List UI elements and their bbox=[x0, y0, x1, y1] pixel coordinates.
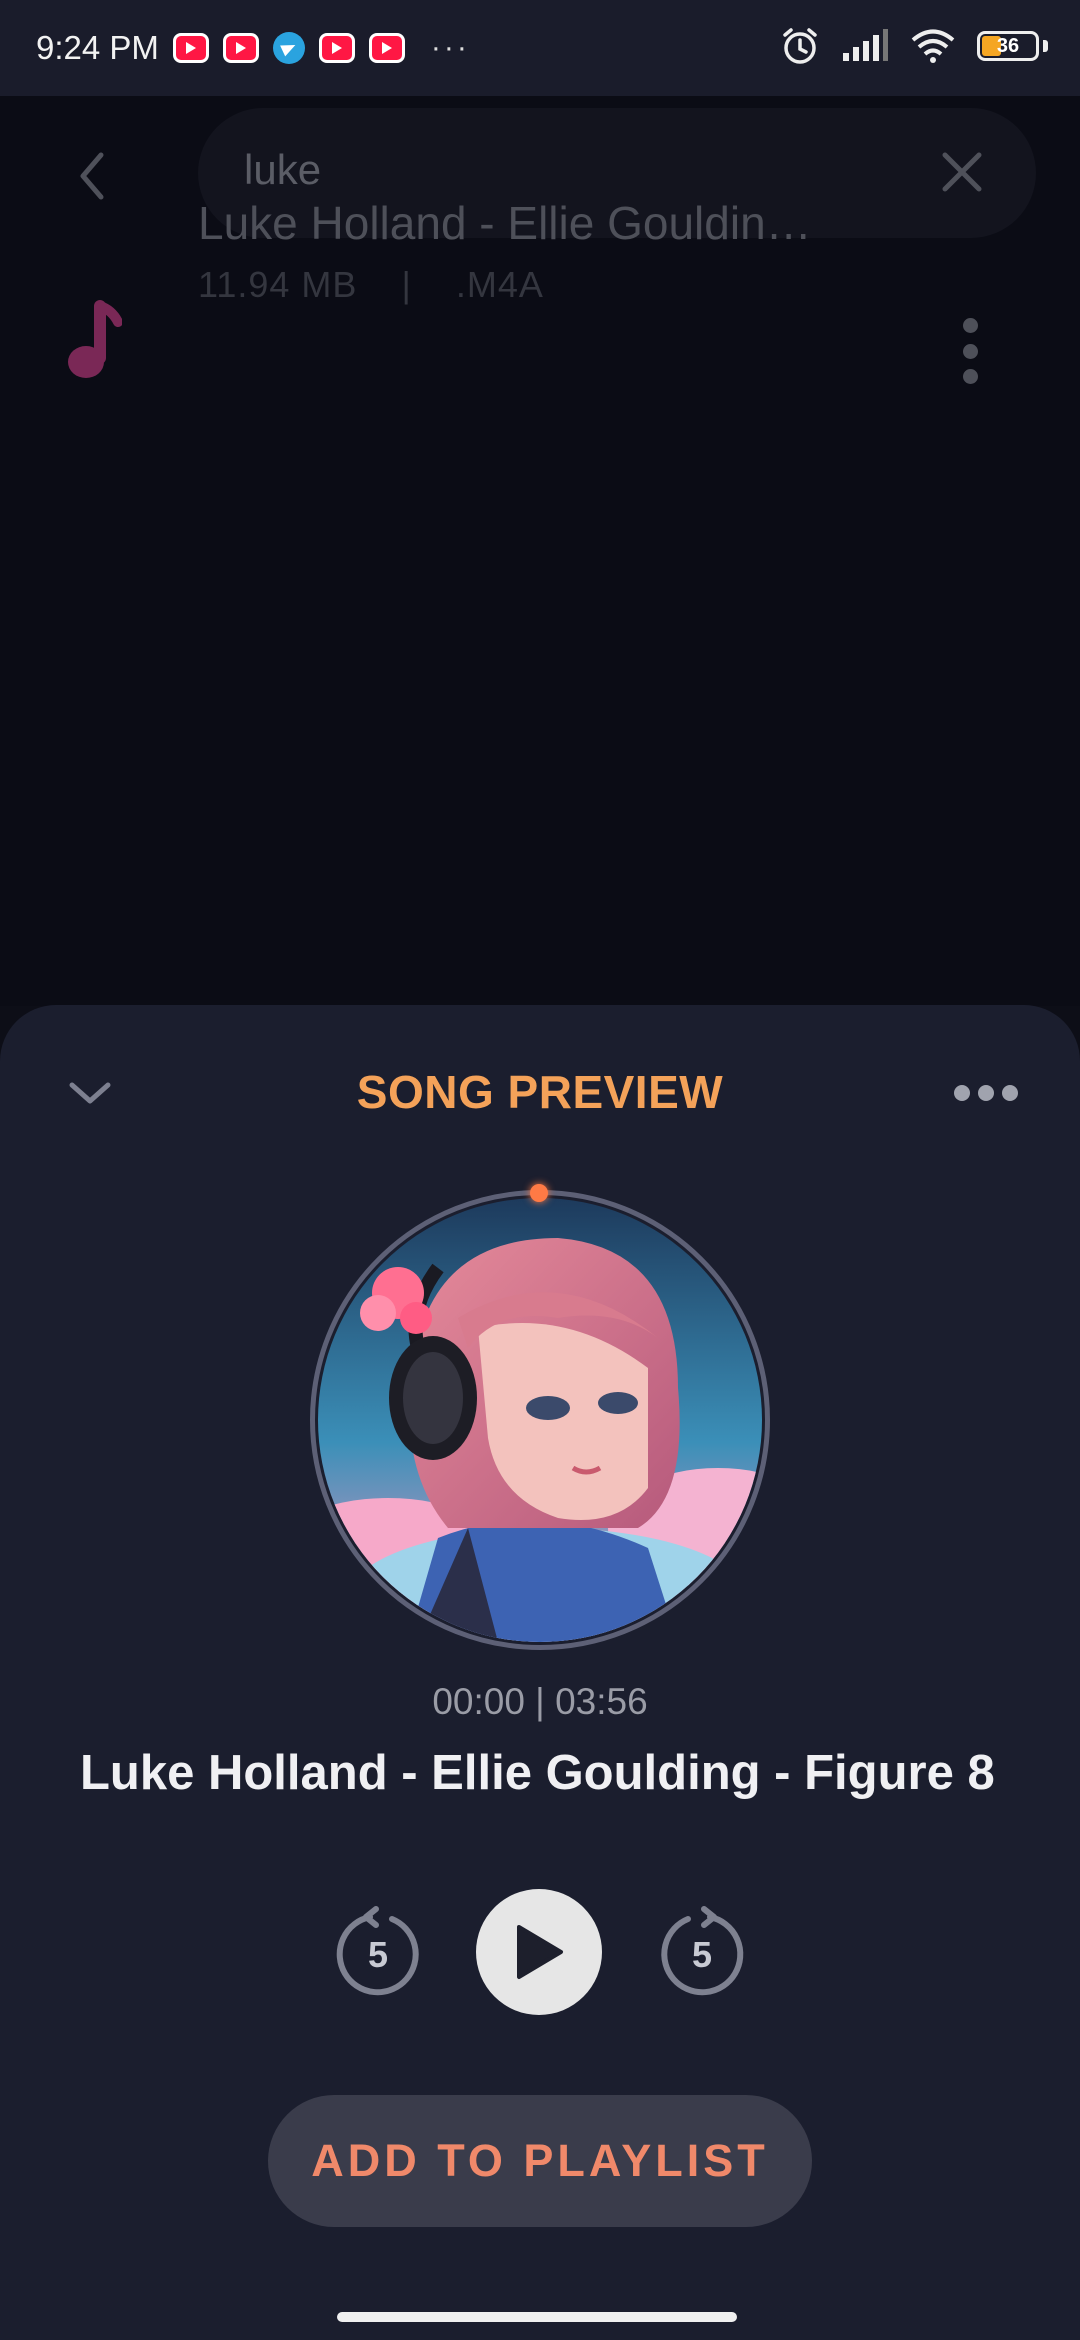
forward-5-button[interactable]: 5 bbox=[654, 1903, 750, 1999]
playback-time: 00:00 | 03:56 bbox=[432, 1681, 648, 1722]
alarm-icon bbox=[783, 28, 817, 64]
song-title: Luke Holland - Ellie Goulding - Figure 8 bbox=[80, 1746, 995, 1800]
battery-level: 36 bbox=[996, 34, 1020, 57]
dot bbox=[1002, 1085, 1018, 1101]
rewind-5-button[interactable]: 5 bbox=[330, 1903, 426, 1999]
more-options-button[interactable] bbox=[954, 1085, 1018, 1101]
status-bar: 9:24 PM ··· 36 bbox=[0, 0, 1080, 96]
telegram-icon bbox=[272, 32, 305, 64]
dot bbox=[962, 318, 978, 333]
play-button[interactable] bbox=[476, 1889, 602, 2015]
clear-search-button[interactable] bbox=[934, 144, 990, 200]
chevron-left-icon bbox=[80, 152, 104, 200]
result-meta: 11.94 MB | .M4A bbox=[198, 264, 544, 306]
sheet-title: SONG PREVIEW bbox=[356, 1066, 724, 1118]
result-format: .M4A bbox=[455, 264, 544, 305]
result-separator: | bbox=[401, 264, 412, 305]
playback-controls: 5 5 bbox=[0, 1885, 1080, 2015]
signal-icon bbox=[843, 29, 888, 61]
youtube-icon bbox=[172, 33, 209, 63]
result-menu-button[interactable] bbox=[955, 318, 985, 384]
back-button[interactable] bbox=[62, 146, 122, 206]
forward-seconds: 5 bbox=[692, 1934, 712, 1975]
song-preview-sheet: SONG PREVIEW 00:00 | 03:56 Luke Holland … bbox=[0, 1005, 1080, 2340]
artwork-image bbox=[318, 1198, 762, 1642]
dot bbox=[962, 343, 978, 359]
status-time: 9:24 PM bbox=[36, 29, 159, 66]
battery-tip bbox=[1043, 40, 1048, 52]
music-note-icon bbox=[62, 300, 123, 389]
youtube-icon bbox=[368, 33, 405, 63]
search-input[interactable]: luke bbox=[244, 146, 321, 194]
add-to-playlist-button[interactable]: ADD TO PLAYLIST bbox=[268, 2095, 812, 2227]
dot bbox=[954, 1085, 970, 1101]
progress-indicator[interactable] bbox=[530, 1184, 548, 1202]
result-title[interactable]: Luke Holland - Ellie Gouldin… bbox=[198, 196, 878, 250]
more-notifications-icon: ··· bbox=[430, 31, 470, 64]
status-right: 36 bbox=[781, 26, 1048, 66]
youtube-icon bbox=[222, 33, 259, 63]
forward-icon: 5 bbox=[661, 1906, 744, 1996]
wifi-icon bbox=[911, 29, 955, 63]
dot bbox=[962, 369, 978, 384]
youtube-icon bbox=[318, 33, 355, 63]
album-artwork bbox=[310, 1184, 770, 1650]
rewind-icon: 5 bbox=[336, 1906, 419, 1996]
home-indicator[interactable] bbox=[337, 2312, 737, 2322]
play-icon bbox=[517, 1925, 563, 1979]
dot bbox=[978, 1085, 994, 1101]
close-icon bbox=[942, 152, 982, 192]
rewind-seconds: 5 bbox=[368, 1934, 388, 1975]
battery-icon: 36 bbox=[977, 31, 1039, 61]
result-size: 11.94 MB bbox=[198, 264, 358, 305]
